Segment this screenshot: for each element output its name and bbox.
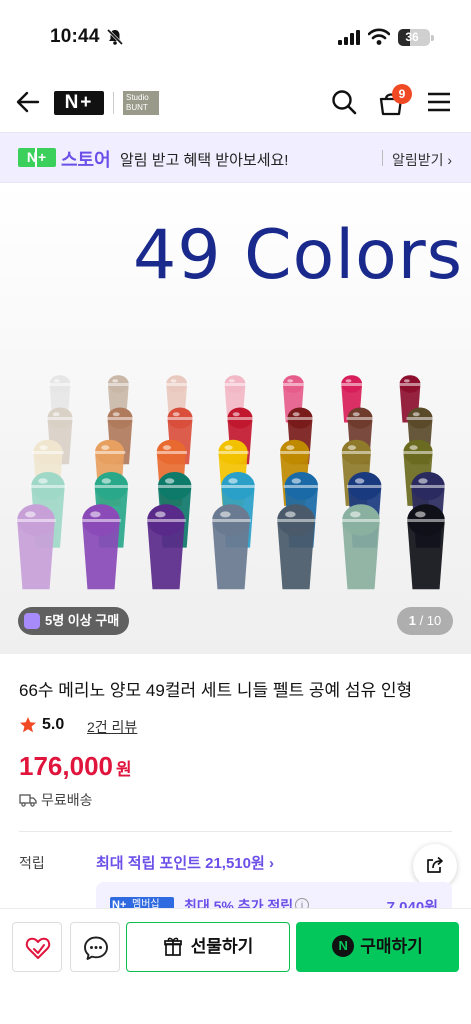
image-headline: 49 Colors	[133, 216, 464, 295]
buy-label: 구매하기	[360, 937, 423, 956]
chat-icon	[84, 936, 108, 960]
product-title: 66수 메리노 양모 49컬러 세트 니들 펠트 공예 섬유 인형	[19, 681, 413, 700]
max-points-link[interactable]: 최대 적립 포인트 21,510원 ›	[96, 852, 274, 873]
cup	[81, 504, 121, 590]
cellular-signal-icon	[338, 30, 360, 45]
subscribe-alert-link[interactable]: 알림받기 ›	[392, 150, 452, 170]
purchase-count-text: 5명 이상 구매	[45, 613, 120, 628]
store-logo[interactable]: Studio BUNT	[123, 91, 159, 115]
heart-icon	[25, 937, 51, 959]
shipping-text: 무료배송	[41, 792, 93, 808]
gift-icon	[163, 937, 182, 956]
naver-pay-icon: N	[332, 934, 355, 957]
promo-message: 알림 받고 혜택 받아보세요!	[120, 152, 289, 169]
shipping-info: 무료배송	[19, 790, 93, 810]
cup	[406, 504, 446, 590]
price-currency: 원	[115, 760, 132, 779]
search-icon[interactable]	[330, 88, 358, 116]
star-icon	[20, 717, 36, 733]
buy-button[interactable]: N 구매하기	[296, 922, 459, 972]
cup	[211, 504, 251, 590]
back-icon[interactable]	[14, 88, 42, 116]
gift-button[interactable]: 선물하기	[126, 922, 290, 972]
cup	[341, 504, 381, 590]
store-logo-line2: BUNT	[126, 103, 148, 112]
notification-promo-banner[interactable]: N+ 스토어 알림 받고 혜택 받아보세요! 알림받기 ›	[0, 132, 471, 183]
rating-score: 5.0	[42, 716, 65, 733]
price: 176,000 원	[19, 751, 132, 782]
cup	[16, 504, 56, 590]
cup	[146, 504, 186, 590]
nav-divider	[113, 92, 114, 114]
image-page-counter: 1 / 10	[397, 607, 453, 635]
wishlist-button[interactable]	[12, 922, 62, 972]
product-photo	[16, 375, 446, 590]
gift-label: 선물하기	[190, 937, 254, 956]
battery-indicator: 36	[398, 29, 434, 46]
bag-icon	[24, 612, 40, 629]
page-total: / 10	[415, 613, 442, 628]
bottom-action-bar: 선물하기 N 구매하기	[0, 908, 471, 1024]
wifi-icon	[368, 28, 390, 45]
cup	[276, 504, 316, 590]
price-amount: 176,000	[19, 751, 113, 781]
purchase-count-badge: 5명 이상 구매	[18, 607, 130, 635]
naver-plus-logo[interactable]: N+	[54, 91, 104, 115]
store-logo-line1: Studio	[126, 93, 149, 102]
status-time: 10:44	[50, 26, 100, 47]
naver-plus-badge: N+	[18, 148, 56, 167]
review-count-link[interactable]: 2건 리뷰	[87, 717, 137, 737]
status-bar: 10:44 36	[0, 0, 471, 70]
bell-muted-icon	[106, 28, 124, 46]
share-icon	[427, 856, 443, 873]
section-divider	[19, 831, 452, 832]
product-image-carousel[interactable]: 49 Colors 5명 이상 구매 1 / 10	[0, 184, 471, 654]
talk-talk-button[interactable]	[70, 922, 120, 972]
cart-count-badge: 9	[392, 84, 412, 104]
battery-level: 36	[405, 30, 419, 44]
menu-icon[interactable]	[426, 90, 452, 114]
page-current: 1	[408, 613, 416, 628]
truck-icon	[19, 794, 37, 807]
top-nav: N+ Studio BUNT 9	[0, 74, 471, 130]
store-label: 스토어	[61, 150, 111, 170]
promo-divider	[382, 150, 383, 166]
points-label: 적립	[19, 855, 45, 871]
